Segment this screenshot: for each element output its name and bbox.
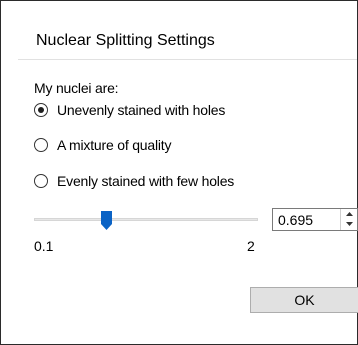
- slider-thumb-shape: [101, 211, 112, 230]
- spinbox-value[interactable]: 0.695: [278, 212, 313, 228]
- dialog-title: Nuclear Splitting Settings: [36, 32, 215, 49]
- triangle-up-icon: [345, 212, 353, 216]
- slider-min-label: 0.1: [34, 238, 54, 254]
- radio-button[interactable]: [34, 174, 48, 188]
- splitting-slider[interactable]: [34, 208, 258, 232]
- slider-thumb[interactable]: [101, 211, 112, 230]
- ok-button[interactable]: OK: [250, 287, 358, 313]
- slider-max-label: 2: [247, 238, 255, 254]
- radio-label: A mixture of quality: [57, 137, 172, 153]
- spin-up-button[interactable]: [341, 209, 357, 219]
- radio-option-mixture[interactable]: A mixture of quality: [34, 137, 171, 153]
- nuclei-prompt-label: My nuclei are:: [34, 80, 119, 96]
- radio-button[interactable]: [34, 138, 48, 152]
- title-separator: [18, 59, 357, 60]
- settings-dialog: Nuclear Splitting Settings My nuclei are…: [0, 0, 358, 345]
- radio-option-uneven[interactable]: Unevenly stained with holes: [34, 102, 225, 118]
- slider-track: [34, 218, 258, 221]
- triangle-down-icon: [345, 222, 353, 226]
- radio-label: Unevenly stained with holes: [57, 102, 226, 118]
- spin-down-button[interactable]: [341, 219, 357, 229]
- radio-button[interactable]: [34, 103, 48, 117]
- radio-option-even[interactable]: Evenly stained with few holes: [34, 173, 234, 189]
- radio-label: Evenly stained with few holes: [57, 173, 235, 189]
- value-spinbox[interactable]: 0.695: [272, 208, 358, 231]
- spinbox-buttons: [340, 209, 357, 230]
